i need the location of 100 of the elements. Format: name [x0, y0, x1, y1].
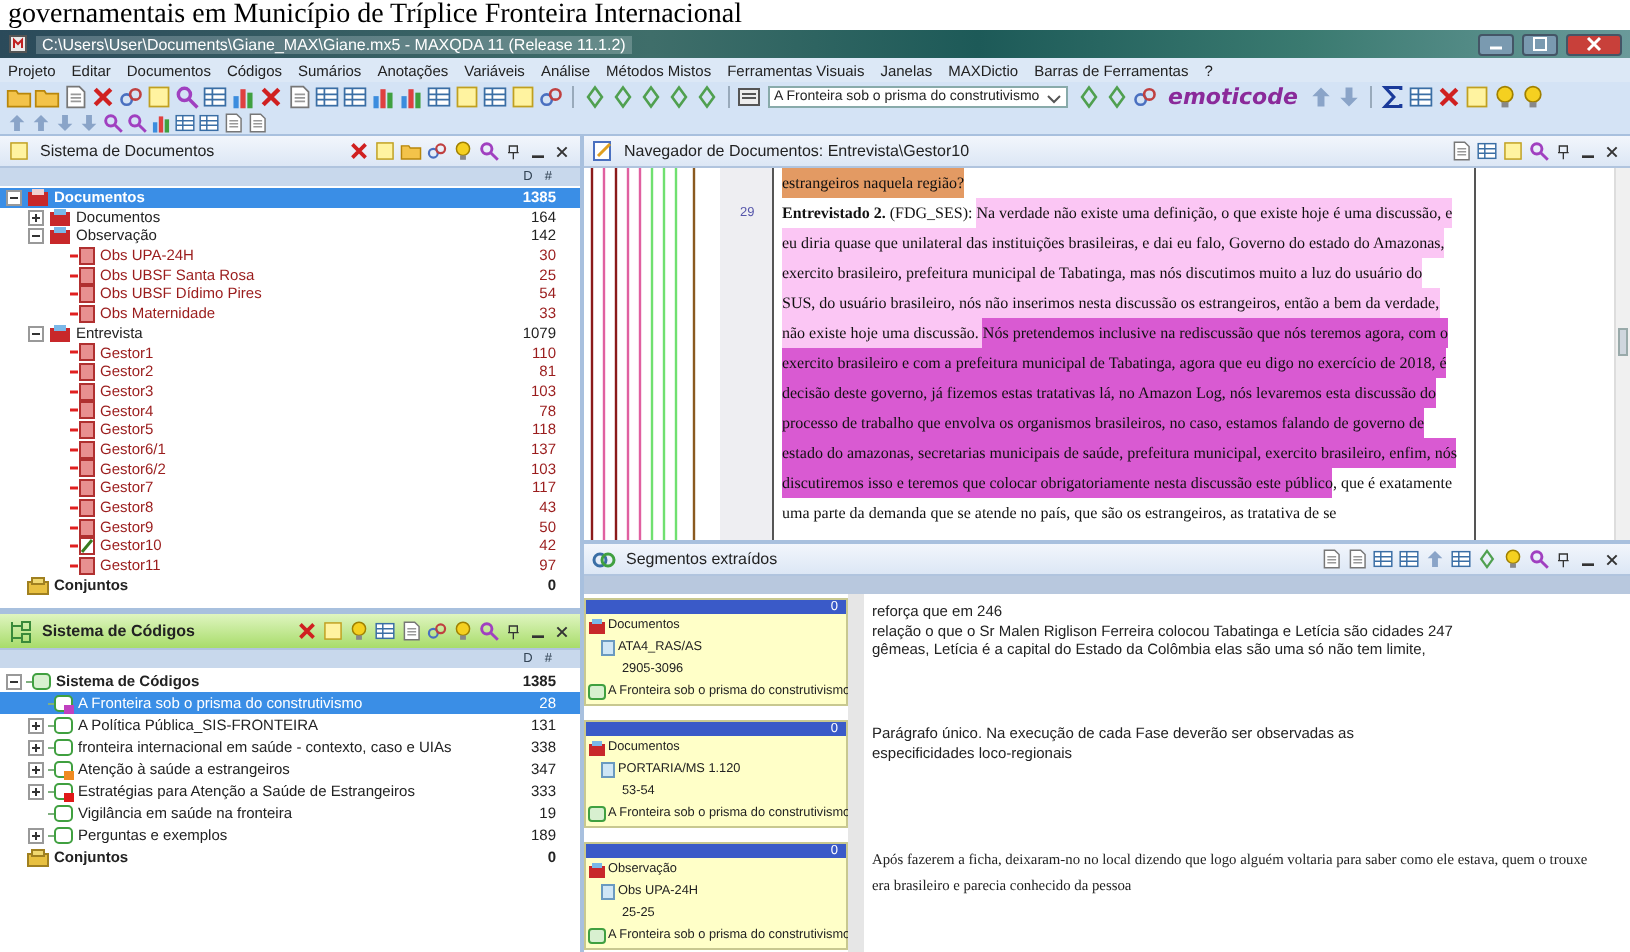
folder-icon: [26, 187, 50, 208]
scrollbar[interactable]: [1614, 168, 1630, 540]
segments-icon: [592, 547, 616, 571]
cross-icon[interactable]: [90, 84, 116, 110]
bulb-icon[interactable]: [452, 140, 474, 162]
panel-title: Segmentos extraídos: [626, 550, 778, 568]
cross-icon[interactable]: [1435, 84, 1462, 110]
document-paragraph: estrangeiros naquela região?: [782, 168, 1458, 198]
document-icon[interactable]: [246, 112, 268, 134]
cross-icon[interactable]: [258, 84, 284, 110]
diamond-icon[interactable]: [638, 84, 664, 110]
cross-icon[interactable]: [296, 620, 318, 642]
collapse-icon[interactable]: [6, 673, 22, 689]
search-icon[interactable]: [102, 112, 124, 134]
close-icon[interactable]: [1602, 141, 1622, 161]
expand-icon[interactable]: [28, 827, 44, 843]
table-icon[interactable]: [1407, 84, 1434, 110]
expand-icon[interactable]: [28, 209, 44, 226]
chart-icon[interactable]: [230, 84, 256, 110]
close-icon[interactable]: [552, 621, 572, 641]
chart-icon[interactable]: [370, 84, 396, 110]
chart-icon[interactable]: [150, 112, 172, 134]
expand-icon[interactable]: [28, 739, 44, 755]
expand-icon[interactable]: [28, 761, 44, 777]
search-icon[interactable]: [478, 140, 500, 162]
collapse-icon[interactable]: [6, 189, 22, 206]
code-icon[interactable]: [738, 86, 760, 108]
emoticode-logo[interactable]: emoticode: [1168, 84, 1298, 110]
folder-icon: [48, 323, 72, 344]
pin-icon[interactable]: [1554, 549, 1574, 569]
document-icon[interactable]: [1346, 548, 1368, 570]
sigma-icon[interactable]: [1379, 84, 1406, 110]
close-button[interactable]: [1566, 33, 1622, 55]
table-icon[interactable]: [1476, 140, 1498, 162]
pin-icon[interactable]: [504, 621, 524, 641]
document-icon[interactable]: [62, 84, 88, 110]
table-icon[interactable]: [426, 84, 452, 110]
arrow-up-icon[interactable]: [1424, 548, 1446, 570]
code-icon: [48, 715, 74, 735]
code-icon: [48, 803, 74, 823]
table-icon[interactable]: [202, 84, 228, 110]
expand-icon[interactable]: [28, 717, 44, 733]
maximize-button[interactable]: [1522, 33, 1558, 55]
diamond-icon[interactable]: [1076, 84, 1102, 110]
diamond-icon[interactable]: [694, 84, 720, 110]
document-icon: [600, 883, 616, 899]
search-icon[interactable]: [174, 84, 200, 110]
close-icon[interactable]: [1602, 549, 1622, 569]
code-icon: [48, 693, 74, 713]
table-icon[interactable]: [374, 620, 396, 642]
link-icon[interactable]: [426, 140, 448, 162]
diamond-icon[interactable]: [666, 84, 692, 110]
bulb-icon[interactable]: [1502, 548, 1524, 570]
table-icon[interactable]: [198, 112, 220, 134]
search-icon[interactable]: [126, 112, 148, 134]
collapse-icon[interactable]: [28, 325, 44, 342]
cross-icon[interactable]: [348, 140, 370, 162]
diamond-icon[interactable]: [1476, 548, 1498, 570]
search-icon[interactable]: [1528, 548, 1550, 570]
table-icon[interactable]: [1372, 548, 1394, 570]
document-icon[interactable]: [400, 620, 422, 642]
code-icon: [48, 825, 74, 845]
folder-icon: [48, 226, 72, 247]
search-icon[interactable]: [478, 620, 500, 642]
link-icon[interactable]: [1132, 84, 1158, 110]
bulb-icon[interactable]: [1491, 84, 1518, 110]
code-tree-icon: [8, 619, 32, 643]
pin-icon[interactable]: [1554, 141, 1574, 161]
document-icon[interactable]: [222, 112, 244, 134]
document-icon[interactable]: [286, 84, 312, 110]
collapse-icon[interactable]: [28, 228, 44, 245]
sets-icon: [26, 575, 50, 596]
panel-title: Sistema de Documentos: [40, 142, 215, 160]
folder-icon[interactable]: [400, 140, 422, 162]
search-icon[interactable]: [1528, 140, 1550, 162]
table-icon[interactable]: [1450, 548, 1472, 570]
bulb-icon[interactable]: [452, 620, 474, 642]
code-icon: [588, 805, 606, 821]
link-icon[interactable]: [538, 84, 564, 110]
table-icon[interactable]: [1398, 548, 1420, 570]
minimize-button[interactable]: [1478, 33, 1514, 55]
diamond-icon[interactable]: [610, 84, 636, 110]
diamond-icon[interactable]: [582, 84, 608, 110]
expand-icon[interactable]: [28, 783, 44, 799]
link-icon[interactable]: [118, 84, 144, 110]
folder-icon: [588, 861, 606, 877]
table-icon[interactable]: [342, 84, 368, 110]
link-icon[interactable]: [426, 620, 448, 642]
document-icon: [600, 761, 616, 777]
document-icon[interactable]: [1450, 140, 1472, 162]
diamond-icon[interactable]: [1104, 84, 1130, 110]
bulb-icon[interactable]: [348, 620, 370, 642]
chart-icon[interactable]: [398, 84, 424, 110]
bulb-icon[interactable]: [1519, 84, 1546, 110]
pin-icon[interactable]: [504, 141, 524, 161]
close-icon[interactable]: [552, 141, 572, 161]
table-icon[interactable]: [314, 84, 340, 110]
document-icon[interactable]: [1320, 548, 1342, 570]
table-icon[interactable]: [174, 112, 196, 134]
table-icon[interactable]: [482, 84, 508, 110]
